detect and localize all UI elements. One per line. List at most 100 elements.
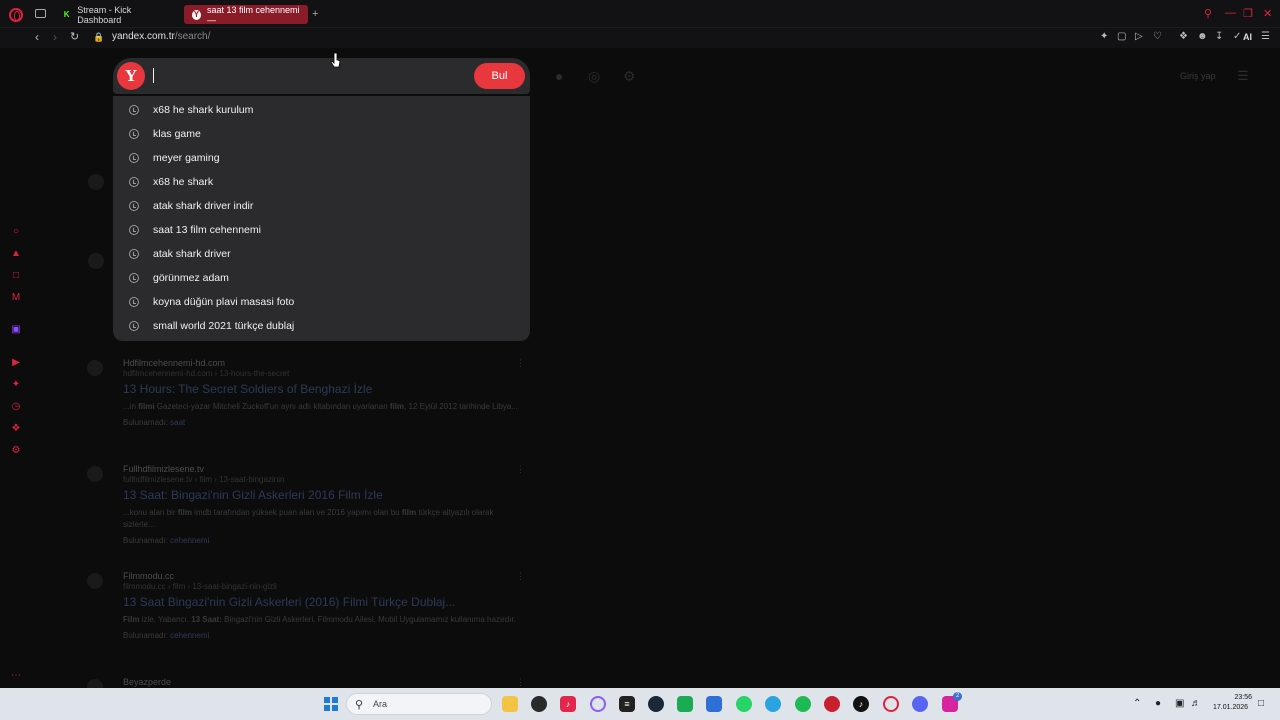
network-icon[interactable]: ▣ xyxy=(1175,698,1184,709)
result-title[interactable]: 13 Hours: The Secret Soldiers of Benghaz… xyxy=(123,382,523,396)
history-clock-icon xyxy=(129,249,139,259)
suggestion-item[interactable]: small world 2021 türkçe dublaj xyxy=(113,314,530,338)
search-box: Y Bul xyxy=(113,58,530,94)
url-field[interactable]: yandex.com.tr/search/ xyxy=(112,31,210,42)
messenger-icon[interactable]: □ xyxy=(10,270,22,282)
pinboard-icon[interactable]: ✦ xyxy=(10,379,22,391)
suggestion-item[interactable]: saat 13 film cehennemi xyxy=(113,218,530,242)
camera-icon[interactable]: ◎ xyxy=(588,68,600,85)
m-icon[interactable]: M xyxy=(10,292,22,304)
search-input[interactable] xyxy=(153,64,463,88)
result-crumb[interactable]: fullhdfilmizlesene.tv › film › 13-saat-b… xyxy=(123,475,523,484)
app-red-icon[interactable] xyxy=(824,696,840,712)
app-icon[interactable] xyxy=(531,696,547,712)
result-more-icon[interactable]: ⋮ xyxy=(516,358,525,369)
history-clock-icon xyxy=(129,105,139,115)
windows-start-icon[interactable] xyxy=(324,697,338,711)
text-caret xyxy=(153,68,154,83)
result-site[interactable]: Fullhdfilmizlesene.tv xyxy=(123,464,523,474)
extensions-sidebar-icon[interactable]: ❖ xyxy=(10,423,22,435)
search-button[interactable]: Bul xyxy=(474,63,525,89)
clock-time[interactable]: 23:56 xyxy=(1226,694,1252,701)
result-site[interactable]: Filmmodu.cc xyxy=(123,571,523,581)
suggestion-item[interactable]: x68 he shark kurulum xyxy=(113,98,530,122)
opera-gx-taskbar-icon[interactable] xyxy=(883,696,899,712)
tab-yandex-search[interactable]: Y saat 13 film cehennemi — xyxy=(184,4,308,25)
menu-icon[interactable]: ☰ xyxy=(1237,68,1249,84)
heart-icon[interactable]: ♡ xyxy=(1153,31,1162,42)
suggestion-item[interactable]: klas game xyxy=(113,122,530,146)
whatsapp-icon[interactable] xyxy=(736,696,752,712)
result-site[interactable]: Hdfilmcehennemi-hd.com xyxy=(123,358,523,368)
suggestion-text: saat 13 film cehennemi xyxy=(153,224,261,236)
spotify-icon[interactable] xyxy=(795,696,811,712)
capcut-editor-icon[interactable]: ≡ xyxy=(619,696,635,712)
mic-tray-icon[interactable]: ● xyxy=(1155,698,1161,709)
suggestion-item[interactable]: meyer gaming xyxy=(113,146,530,170)
file-explorer-icon[interactable] xyxy=(502,696,518,712)
opera-taskbar-icon[interactable] xyxy=(590,696,606,712)
tab-label: saat 13 film cehennemi — xyxy=(206,4,300,25)
clock-date[interactable]: 17.01.2026 xyxy=(1213,704,1248,711)
gx-control-icon[interactable]: ○ xyxy=(10,226,22,238)
forward-icon[interactable]: › xyxy=(53,30,57,44)
close-icon[interactable]: ✕ xyxy=(1263,7,1272,20)
address-bar: ‹ › ↻ 🔒 yandex.com.tr/search/ ✦ ▢ ▷ ♡ ❖ … xyxy=(0,28,1280,48)
discord-icon[interactable] xyxy=(912,696,928,712)
account-icon[interactable]: ☻ xyxy=(1197,31,1208,42)
telegram-icon[interactable] xyxy=(765,696,781,712)
easy-setup-icon[interactable]: ☰ xyxy=(1261,31,1270,42)
result-more-icon[interactable]: ⋮ xyxy=(516,677,525,688)
suggestion-item[interactable]: koyna düğün plavi masasi foto xyxy=(113,290,530,314)
history-icon[interactable]: ◷ xyxy=(10,401,22,413)
ai-label[interactable]: AI xyxy=(1243,32,1252,42)
suggestion-item[interactable]: atak shark driver indir xyxy=(113,194,530,218)
result-more-icon[interactable]: ⋮ xyxy=(516,571,525,582)
suggestion-item[interactable]: görünmez adam xyxy=(113,266,530,290)
twitch-icon[interactable]: ▣ xyxy=(10,324,22,336)
capcut-icon[interactable]: ♪ xyxy=(560,696,576,712)
suggestion-item[interactable]: x68 he shark xyxy=(113,170,530,194)
filters-icon[interactable]: ⚙ xyxy=(623,68,636,85)
download-icon[interactable]: ↧ xyxy=(1215,31,1223,42)
back-icon[interactable]: ‹ xyxy=(35,30,39,44)
player-icon[interactable]: ▷ xyxy=(1135,31,1143,42)
result-crumb[interactable]: filmmodu.cc › film › 13-saat-bingazi-nin… xyxy=(123,582,523,591)
search-tabs-icon[interactable]: ⚲ xyxy=(1204,7,1212,20)
minimize-icon[interactable]: — xyxy=(1225,7,1236,19)
snapshot-icon[interactable]: ▢ xyxy=(1117,31,1126,42)
restore-icon[interactable]: ❐ xyxy=(1243,7,1253,20)
aria-icon[interactable]: ✓ xyxy=(1233,31,1241,42)
url-host: yandex.com.tr xyxy=(112,31,175,42)
more-icon[interactable]: ⋯ xyxy=(10,670,22,682)
result-more-icon[interactable]: ⋮ xyxy=(516,464,525,475)
login-button[interactable]: Giriş yap xyxy=(1180,71,1216,81)
pin-icon[interactable]: ✦ xyxy=(1100,31,1108,42)
gx-corner-icon[interactable]: ▲ xyxy=(10,248,22,260)
opera-logo-icon[interactable] xyxy=(9,8,23,22)
extensions-icon[interactable]: ❖ xyxy=(1179,31,1188,42)
taskbar-search[interactable]: ⚲ Ara xyxy=(346,693,492,715)
microphone-icon[interactable]: ● xyxy=(555,68,563,84)
result-crumb[interactable]: hdfilmcehennemi-hd.com › 13-hours-the-se… xyxy=(123,369,523,378)
result-site[interactable]: Beyazperde xyxy=(123,677,523,687)
tray-chevron-icon[interactable]: ⌃ xyxy=(1133,698,1141,709)
player-sidebar-icon[interactable]: ▶ xyxy=(10,357,22,369)
tiktok-icon[interactable]: ♪ xyxy=(853,696,869,712)
history-clock-icon xyxy=(129,297,139,307)
tab-overview-icon[interactable] xyxy=(35,9,46,18)
volume-icon[interactable]: ♬ xyxy=(1191,698,1201,709)
app-green-icon[interactable] xyxy=(677,696,693,712)
suggestion-item[interactable]: atak shark driver xyxy=(113,242,530,266)
yandex-logo-icon[interactable]: Y xyxy=(117,62,145,90)
settings-icon[interactable]: ⚙ xyxy=(10,445,22,457)
steam-icon[interactable] xyxy=(648,696,664,712)
store-icon[interactable] xyxy=(706,696,722,712)
reload-icon[interactable]: ↻ xyxy=(70,30,79,43)
tab-kick-dashboard[interactable]: K Stream - Kick Dashboard xyxy=(54,5,178,25)
history-clock-icon xyxy=(129,225,139,235)
new-tab-button[interactable]: + xyxy=(312,8,318,20)
result-title[interactable]: 13 Saat: Bingazi'nin Gizli Askerleri 201… xyxy=(123,488,523,502)
result-title[interactable]: 13 Saat Bingazi'nin Gizli Askerleri (201… xyxy=(123,595,523,609)
notifications-icon[interactable]: □ xyxy=(1258,698,1264,709)
